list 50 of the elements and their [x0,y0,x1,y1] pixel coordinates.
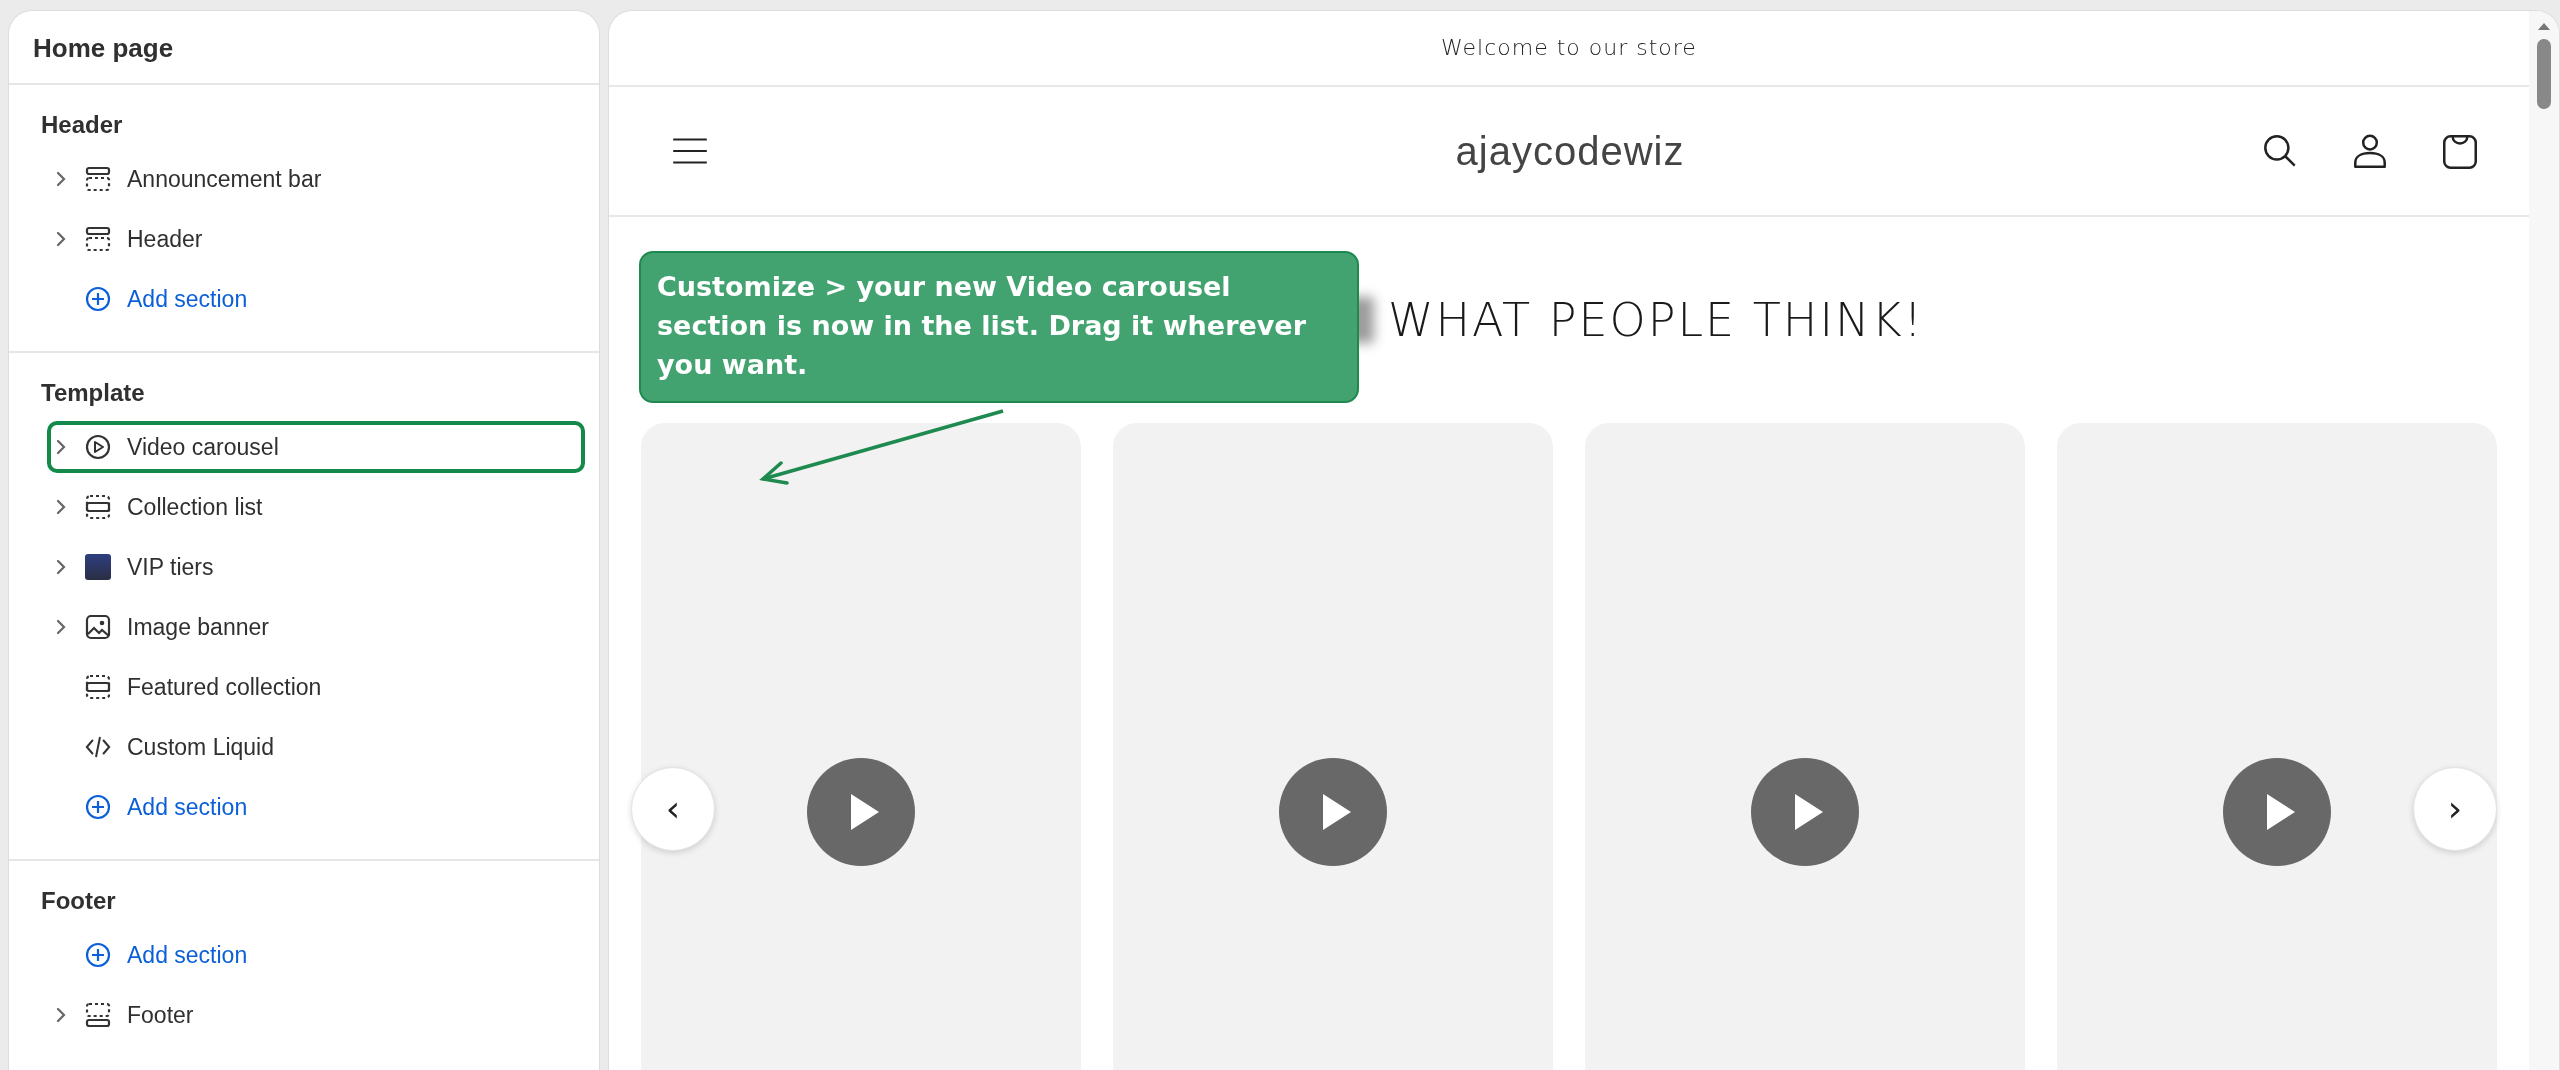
play-button[interactable] [1751,758,1859,866]
video-card[interactable] [641,423,1081,1070]
plus-icon[interactable] [85,794,111,820]
layout-icon [85,674,111,700]
add-section-link[interactable]: Add section [47,929,585,981]
chevron-icon[interactable] [55,1006,67,1024]
add-section-link[interactable]: Add section [47,781,585,833]
section-item[interactable]: Header [47,213,585,265]
store-name[interactable]: ajaycodewiz [1455,128,1685,174]
chevron-icon[interactable] [55,558,67,576]
layout-icon [85,166,111,192]
chevron-icon[interactable] [55,438,67,456]
code-icon [85,734,111,760]
section-heading: WHAT PEOPLE THINK! [1388,293,1924,347]
scroll-up-icon[interactable] [2537,21,2551,31]
layout-icon [85,494,111,520]
section-item[interactable]: Image banner [47,601,585,653]
video-card[interactable] [1585,423,2025,1070]
chevron-icon[interactable] [55,618,67,636]
section-item[interactable]: Custom Liquid [47,721,585,773]
callout-note: Customize > your new Video carousel section is now in the list. Drag it wherever you want. [639,251,1359,403]
section-item[interactable]: Footer [47,989,585,1041]
video-card[interactable] [1113,423,1553,1070]
plus-icon[interactable] [85,942,111,968]
plus-icon[interactable] [85,286,111,312]
scrollbar[interactable] [2529,11,2559,1070]
add-section-link[interactable]: Add section [47,273,585,325]
group-heading: Template [40,379,146,407]
section-item[interactable]: Announcement bar [47,153,585,205]
panel-title: Home page [9,11,599,85]
group-heading: Header [40,111,124,139]
thumbnail-icon [85,554,111,580]
chevron-icon[interactable] [55,170,67,188]
layout-icon [85,1002,111,1028]
play-icon [85,434,111,460]
video-card[interactable] [2057,423,2497,1070]
image-icon [85,614,111,640]
play-button[interactable] [807,758,915,866]
layout-icon [85,226,111,252]
group-heading: Footer [40,887,117,915]
scrollbar-thumb[interactable] [2537,39,2551,109]
chevron-icon[interactable] [55,230,67,248]
play-button[interactable] [2223,758,2331,866]
section-item[interactable]: Collection list [47,481,585,533]
announcement-text: Welcome to our store [609,11,2529,87]
chevron-icon[interactable] [55,498,67,516]
section-item[interactable]: Featured collection [47,661,585,713]
section-item[interactable]: Video carousel [47,421,585,473]
play-button[interactable] [1279,758,1387,866]
section-item[interactable]: VIP tiers [47,541,585,593]
